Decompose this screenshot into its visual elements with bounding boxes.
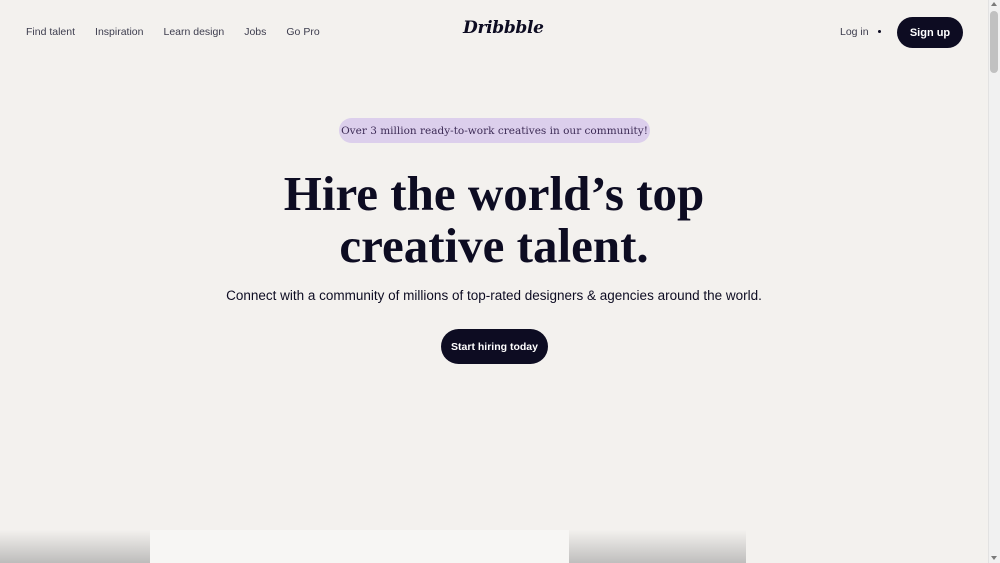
start-hiring-button[interactable]: Start hiring today <box>441 329 548 364</box>
scroll-down-arrow-icon[interactable] <box>991 556 997 560</box>
dribbble-logo[interactable]: Dribbble <box>463 18 544 38</box>
showcase-card-middle[interactable] <box>150 530 569 563</box>
login-link[interactable]: Log in <box>840 26 869 38</box>
scroll-up-arrow-icon[interactable] <box>991 2 997 6</box>
nav-go-pro[interactable]: Go Pro <box>286 26 319 38</box>
signup-button[interactable]: Sign up <box>897 17 963 48</box>
showcase-card-left[interactable] <box>0 530 150 563</box>
showcase-card-right[interactable] <box>569 530 746 563</box>
nav-learn-design[interactable]: Learn design <box>163 26 224 38</box>
top-navigation: Find talent Inspiration Learn design Job… <box>0 0 988 64</box>
vertical-scrollbar[interactable] <box>988 0 1000 563</box>
nav-inspiration[interactable]: Inspiration <box>95 26 143 38</box>
headline-line-1: Hire the world’s top <box>283 166 705 221</box>
nav-jobs[interactable]: Jobs <box>244 26 266 38</box>
hero-subheading: Connect with a community of millions of … <box>226 288 762 303</box>
nav-find-talent[interactable]: Find talent <box>26 26 75 38</box>
headline-line-2: creative talent. <box>339 218 649 273</box>
scrollbar-thumb[interactable] <box>990 11 998 73</box>
hero-headline: Hire the world’s top creative talent. <box>0 168 988 272</box>
community-badge: Over 3 million ready-to-work creatives i… <box>339 118 650 143</box>
page: Find talent Inspiration Learn design Job… <box>0 0 988 563</box>
main-nav: Find talent Inspiration Learn design Job… <box>26 26 340 38</box>
separator-dot <box>878 30 881 33</box>
